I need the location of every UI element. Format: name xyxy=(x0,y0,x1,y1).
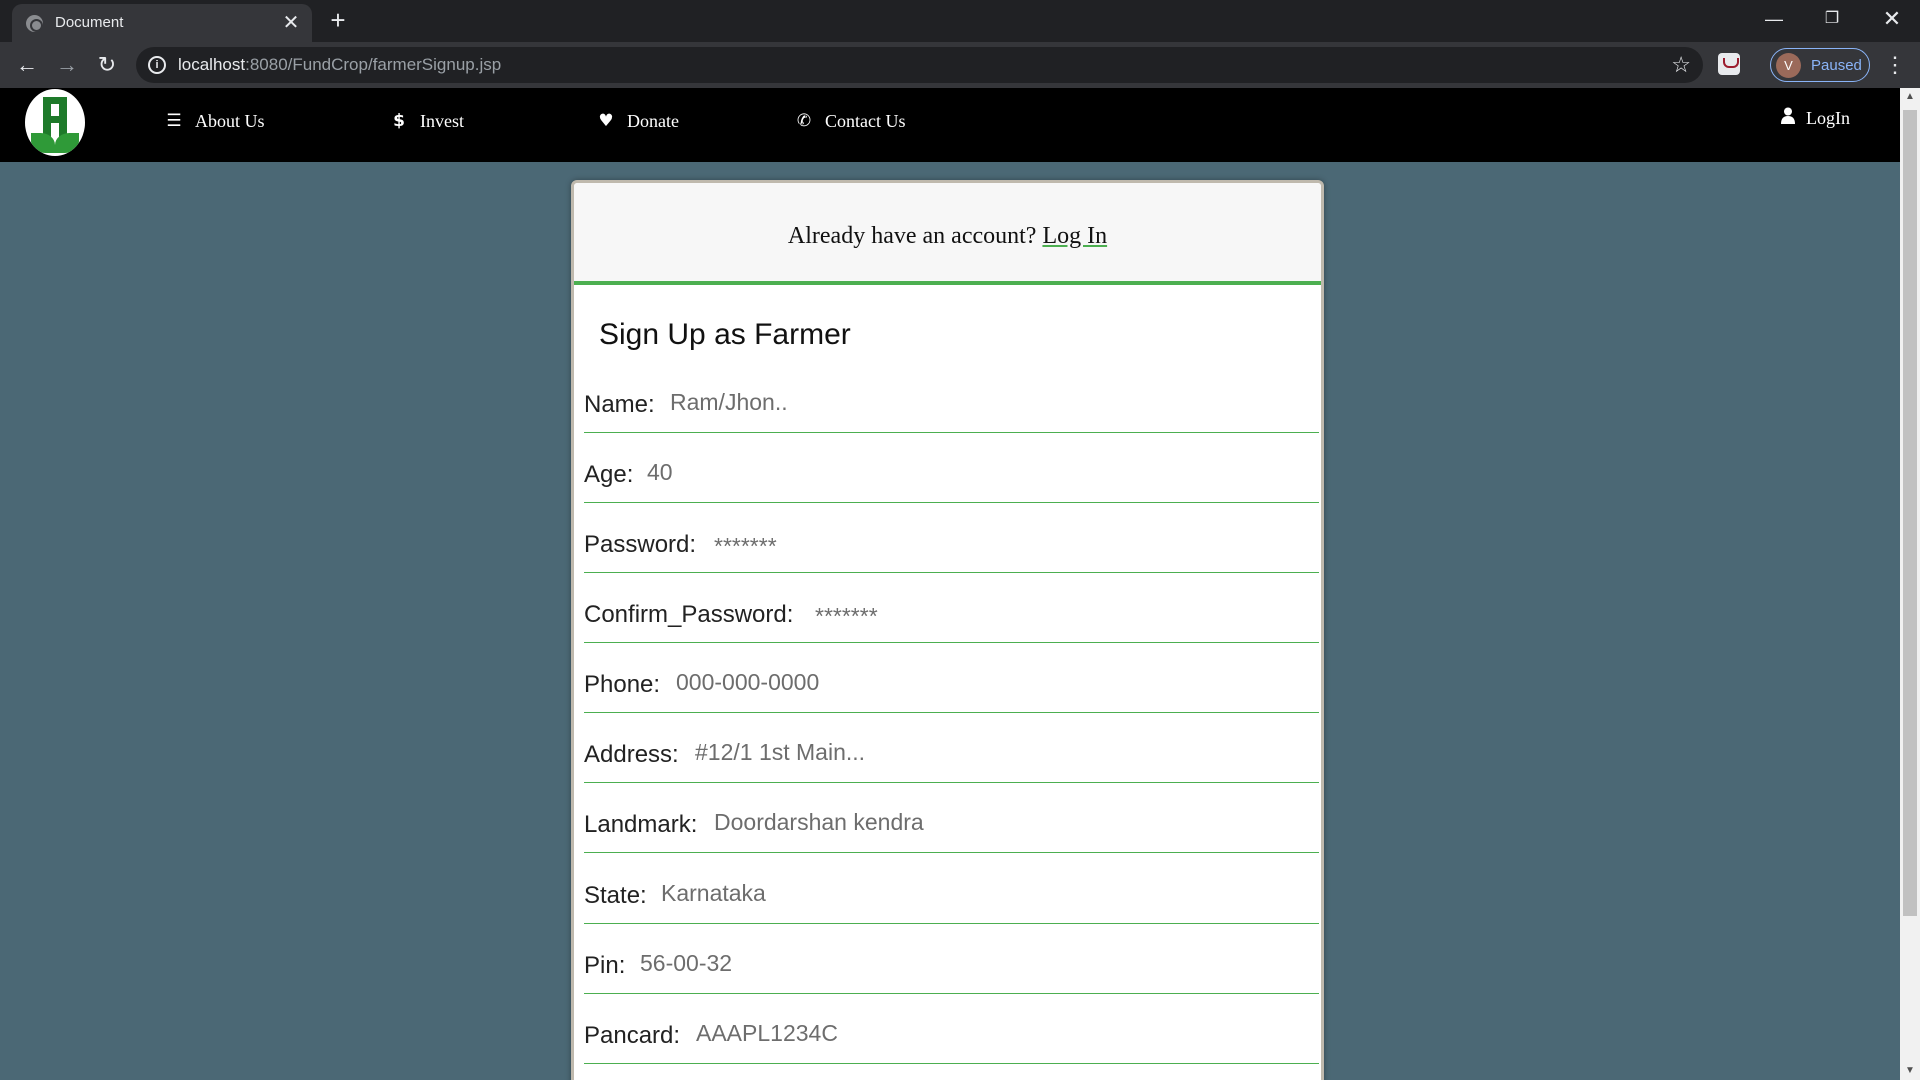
address-input[interactable]: #12/1 1st Main... xyxy=(695,739,865,766)
nav-login-label: LogIn xyxy=(1806,107,1850,128)
new-tab-icon[interactable]: + xyxy=(325,7,351,33)
avatar: V xyxy=(1776,53,1801,78)
pin-label: Pin: xyxy=(584,952,626,979)
address-bar[interactable]: i localhost:8080/FundCrop/farmerSignup.j… xyxy=(136,47,1703,83)
browser-toolbar: ← → ↻ i localhost:8080/FundCrop/farmerSi… xyxy=(0,42,1920,88)
page-scrollbar[interactable]: ▲ ▼ xyxy=(1900,88,1920,1080)
nav-donate[interactable]: ♥ Donate xyxy=(595,106,679,136)
back-icon[interactable]: ← xyxy=(12,50,42,80)
profile-status: Paused xyxy=(1811,57,1862,74)
form-title: Sign Up as Farmer xyxy=(599,318,851,351)
forward-icon[interactable]: → xyxy=(52,50,82,80)
close-tab-icon[interactable]: ✕ xyxy=(280,12,302,34)
address-label: Address: xyxy=(584,741,679,768)
browser-tab-bar: Document ✕ + — ❐ ✕ xyxy=(0,0,1920,42)
signup-card: Already have an account? Log In Sign Up … xyxy=(571,180,1324,1080)
scrollbar-thumb[interactable] xyxy=(1903,110,1917,916)
scroll-down-arrow-icon[interactable]: ▼ xyxy=(1900,1062,1920,1080)
site-navbar: ☰ About Us $ Invest ♥ Donate ✆ Contact U… xyxy=(0,88,1900,162)
pancard-label: Pancard: xyxy=(584,1022,681,1049)
heart-icon: ♥ xyxy=(598,111,614,131)
fundcrop-logo[interactable] xyxy=(25,89,85,156)
pancard-field[interactable]: Pancard: AAAPL1234C xyxy=(584,998,1319,1064)
phone-input[interactable]: 000-000-0000 xyxy=(676,669,819,696)
close-window-icon[interactable]: ✕ xyxy=(1864,0,1920,40)
already-account-text: Already have an account? Log In xyxy=(787,223,1108,249)
scroll-up-arrow-icon[interactable]: ▲ xyxy=(1900,88,1920,106)
age-label: Age: xyxy=(584,461,634,488)
phone-icon: ✆ xyxy=(796,111,812,131)
pin-field[interactable]: Pin: 56-00-32 xyxy=(584,928,1319,994)
state-label: State: xyxy=(584,882,647,909)
landmark-input[interactable]: Doordarshan kendra xyxy=(714,809,924,836)
pin-input[interactable]: 56-00-32 xyxy=(640,950,732,977)
phone-field[interactable]: Phone: 000-000-0000 xyxy=(584,647,1319,713)
password-label: Password: xyxy=(584,531,697,558)
bookmark-star-icon[interactable]: ☆ xyxy=(1671,52,1691,78)
age-field[interactable]: Age: 40 xyxy=(584,437,1319,503)
address-field[interactable]: Address: #12/1 1st Main... xyxy=(584,717,1319,783)
restore-icon[interactable]: ❐ xyxy=(1804,0,1860,40)
state-field[interactable]: State: Karnataka xyxy=(584,858,1319,924)
landmark-label: Landmark: xyxy=(584,811,698,838)
age-input[interactable]: 40 xyxy=(647,459,673,486)
profile-button[interactable]: V Paused xyxy=(1770,48,1870,82)
info-icon[interactable]: i xyxy=(148,56,166,74)
name-input[interactable]: Ram/Jhon.. xyxy=(670,389,788,416)
nav-invest[interactable]: $ Invest xyxy=(388,106,464,136)
kebab-menu-icon[interactable]: ⋮ xyxy=(1884,52,1906,78)
nav-contact-us[interactable]: ✆ Contact Us xyxy=(793,106,906,136)
globe-icon xyxy=(26,15,43,32)
user-icon xyxy=(1780,107,1796,129)
login-link[interactable]: Log In xyxy=(1042,223,1107,249)
card-header: Already have an account? Log In xyxy=(574,183,1321,285)
nav-about-us-label: About Us xyxy=(195,110,265,131)
phone-label: Phone: xyxy=(584,671,661,698)
confirm-password-label: Confirm_Password: xyxy=(584,601,794,628)
password-field[interactable]: Password: ******* xyxy=(584,507,1319,573)
name-field[interactable]: Name: Ram/Jhon.. xyxy=(584,367,1319,433)
pancard-input[interactable]: AAAPL1234C xyxy=(696,1020,838,1047)
nav-invest-label: Invest xyxy=(420,110,464,131)
dollar-icon: $ xyxy=(393,111,405,131)
password-input[interactable]: ******* xyxy=(714,533,777,560)
confirm-password-field[interactable]: Confirm_Password: ******* xyxy=(584,577,1319,643)
nav-about-us[interactable]: ☰ About Us xyxy=(163,106,265,136)
state-input[interactable]: Karnataka xyxy=(661,880,766,907)
nav-donate-label: Donate xyxy=(627,110,679,131)
pocket-extension-icon[interactable] xyxy=(1718,53,1740,75)
landmark-field[interactable]: Landmark: Doordarshan kendra xyxy=(584,787,1319,853)
name-label: Name: xyxy=(584,391,655,418)
nav-login[interactable]: LogIn xyxy=(1780,103,1850,133)
reload-icon[interactable]: ↻ xyxy=(92,50,122,80)
browser-tab[interactable]: Document ✕ xyxy=(12,4,312,42)
tab-title: Document xyxy=(55,14,124,31)
list-icon: ☰ xyxy=(166,111,182,131)
page-viewport: ☰ About Us $ Invest ♥ Donate ✆ Contact U… xyxy=(0,88,1900,1080)
confirm-password-input[interactable]: ******* xyxy=(815,603,878,630)
minimize-icon[interactable]: — xyxy=(1746,0,1802,40)
url-text: localhost:8080/FundCrop/farmerSignup.jsp xyxy=(178,55,502,74)
nav-contact-us-label: Contact Us xyxy=(825,110,906,131)
